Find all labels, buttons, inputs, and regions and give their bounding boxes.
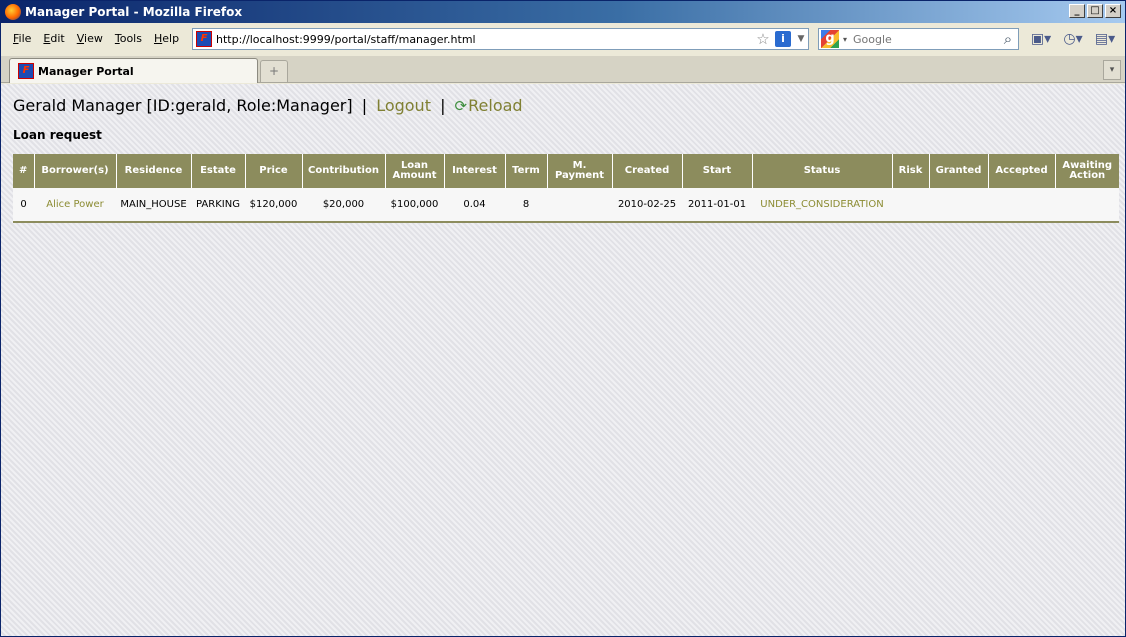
- borrower-link[interactable]: Alice Power: [46, 199, 103, 210]
- col-header-accepted: Accepted: [988, 154, 1056, 188]
- menu-edit[interactable]: Edit: [37, 32, 70, 45]
- address-bar[interactable]: F http://localhost:9999/portal/staff/man…: [192, 28, 809, 50]
- search-bar: g ▾ ⌕: [818, 28, 1019, 50]
- loan-request-table: # Borrower(s) Residence Estate Price Con…: [13, 154, 1119, 223]
- col-header-interest: Interest: [444, 154, 506, 188]
- cell-granted: [929, 188, 988, 223]
- info-icon[interactable]: i: [775, 31, 791, 47]
- cell-created: 2010-02-25: [612, 188, 682, 223]
- cell-accepted: [988, 188, 1055, 223]
- table-header-row: # Borrower(s) Residence Estate Price Con…: [13, 154, 1119, 188]
- cell-m-payment: [547, 188, 612, 223]
- col-header-m-payment: M. Payment: [547, 154, 613, 188]
- cell-borrower: Alice Power: [34, 188, 116, 223]
- cell-loan-amount: $100,000: [385, 188, 444, 223]
- col-header-number: #: [13, 154, 35, 188]
- new-tab-button[interactable]: +: [260, 60, 288, 82]
- menu-tools[interactable]: Tools: [109, 32, 148, 45]
- col-header-status: Status: [752, 154, 893, 188]
- tab-manager-portal[interactable]: F Manager Portal: [9, 58, 258, 83]
- col-header-price: Price: [245, 154, 303, 188]
- engine-dropdown-icon[interactable]: ▾: [839, 35, 851, 44]
- reload-link[interactable]: ⟳Reload: [455, 96, 523, 115]
- menu-file[interactable]: File: [7, 32, 37, 45]
- window-controls: _ □ ×: [1069, 4, 1121, 18]
- cell-awaiting-action: [1055, 188, 1119, 223]
- cell-number: 0: [13, 188, 34, 223]
- section-title: Loan request: [13, 128, 102, 142]
- separator: |: [440, 96, 446, 115]
- minimize-button[interactable]: _: [1069, 4, 1085, 18]
- col-header-term: Term: [505, 154, 548, 188]
- firefox-icon: [5, 4, 21, 20]
- tab-list-icon[interactable]: ▾: [1103, 60, 1121, 80]
- url-dropdown-icon[interactable]: ▼: [794, 34, 808, 44]
- title-bar: Manager Portal - Mozilla Firefox _ □ ×: [1, 1, 1125, 23]
- col-header-loan-amount: Loan Amount: [385, 154, 445, 188]
- col-header-awaiting-action: Awaiting Action: [1055, 154, 1119, 188]
- reload-icon: ⟳: [454, 97, 468, 115]
- table-row[interactable]: 0 Alice Power MAIN_HOUSE PARKING $120,00…: [13, 188, 1119, 223]
- search-icon[interactable]: ⌕: [998, 30, 1018, 48]
- tab-favicon-icon: F: [18, 63, 34, 79]
- window-title: Manager Portal - Mozilla Firefox: [25, 5, 243, 19]
- cell-risk: [892, 188, 929, 223]
- page-content: Gerald Manager [ID:gerald, Role:Manager]…: [1, 84, 1125, 636]
- col-header-created: Created: [612, 154, 683, 188]
- menu-items: File Edit View Tools Help: [7, 32, 185, 45]
- col-header-borrowers: Borrower(s): [34, 154, 117, 188]
- cell-term: 8: [505, 188, 547, 223]
- tab-label: Manager Portal: [38, 64, 134, 78]
- cell-residence: MAIN_HOUSE: [116, 188, 191, 223]
- cell-contribution: $20,000: [302, 188, 385, 223]
- reload-label: Reload: [468, 96, 523, 115]
- col-header-start: Start: [682, 154, 753, 188]
- col-header-granted: Granted: [929, 154, 989, 188]
- col-header-risk: Risk: [892, 154, 930, 188]
- browser-window: Manager Portal - Mozilla Firefox _ □ × F…: [0, 0, 1126, 637]
- cell-estate: PARKING: [191, 188, 245, 223]
- bookmarks-icon[interactable]: ▣▾: [1027, 29, 1055, 49]
- col-header-residence: Residence: [116, 154, 192, 188]
- cell-price: $120,000: [245, 188, 302, 223]
- status-link[interactable]: UNDER_CONSIDERATION: [760, 199, 883, 210]
- col-header-estate: Estate: [191, 154, 246, 188]
- site-favicon-icon: F: [196, 31, 212, 47]
- cell-interest: 0.04: [444, 188, 505, 223]
- cell-start: 2011-01-01: [682, 188, 752, 223]
- search-input[interactable]: [851, 30, 998, 48]
- url-text[interactable]: http://localhost:9999/portal/staff/manag…: [216, 33, 754, 46]
- google-engine-icon[interactable]: g: [821, 30, 839, 48]
- cell-status: UNDER_CONSIDERATION: [752, 188, 892, 223]
- toolbar-icons: ▣▾ ◷▾ ▤▾: [1027, 29, 1119, 49]
- menu-bar: File Edit View Tools Help F http://local…: [1, 23, 1125, 56]
- bookmark-star-icon[interactable]: ☆: [754, 30, 772, 48]
- tab-bar: F Manager Portal + ▾: [1, 56, 1125, 83]
- menu-help[interactable]: Help: [148, 32, 185, 45]
- user-header: Gerald Manager [ID:gerald, Role:Manager]…: [13, 96, 523, 115]
- close-button[interactable]: ×: [1105, 4, 1121, 18]
- separator: |: [361, 96, 368, 115]
- maximize-button[interactable]: □: [1087, 4, 1103, 18]
- menu-view[interactable]: View: [71, 32, 109, 45]
- logout-link[interactable]: Logout: [376, 96, 431, 115]
- col-header-contribution: Contribution: [302, 154, 386, 188]
- user-info: Gerald Manager [ID:gerald, Role:Manager]: [13, 96, 353, 115]
- page-menu-icon[interactable]: ▤▾: [1091, 29, 1119, 49]
- history-icon[interactable]: ◷▾: [1059, 29, 1087, 49]
